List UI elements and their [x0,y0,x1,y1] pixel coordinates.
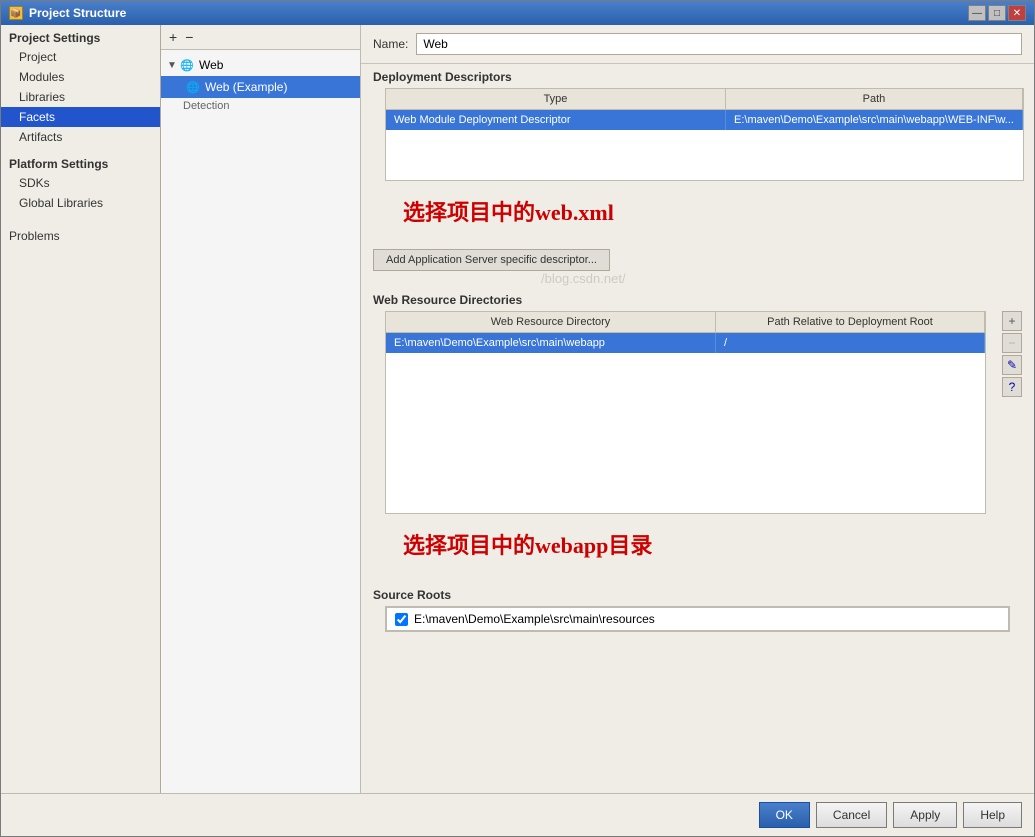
wr-row-relative-path: / [716,333,985,353]
wr-path-column-header: Path Relative to Deployment Root [716,312,985,332]
source-root-checkbox[interactable] [395,613,408,626]
sr-outer: E:\maven\Demo\Example\src\main\resources [373,606,1022,632]
name-row: Name: [361,25,1034,64]
apply-button[interactable]: Apply [893,802,957,828]
deployment-descriptors-header: Deployment Descriptors [361,64,1034,88]
wr-dir-column-header: Web Resource Directory [386,312,716,332]
tree-web-label: Web [199,58,223,72]
help-button[interactable]: Help [963,802,1022,828]
add-wr-btn[interactable]: + [1002,311,1022,331]
main-content: Project Settings Project Modules Librari… [1,25,1034,793]
sidebar-item-problems[interactable]: Problems [1,213,160,245]
platform-settings-section: Platform Settings [1,147,160,173]
close-button[interactable]: ✕ [1008,5,1026,21]
title-bar-left: 📦 Project Structure [9,6,126,20]
ok-button[interactable]: OK [759,802,810,828]
deployment-table-with-actions: Type Path Web Module Deployment Descript… [373,88,1022,181]
window-title: Project Structure [29,6,126,20]
sr-table-with-actions: E:\maven\Demo\Example\src\main\resources [373,606,1022,632]
sidebar-item-artifacts[interactable]: Artifacts [1,127,160,147]
add-app-server-descriptor-button[interactable]: Add Application Server specific descript… [373,249,610,271]
path-column-header: Path [726,89,1023,109]
project-structure-window: 📦 Project Structure — □ ✕ Project Settin… [0,0,1035,837]
deployment-table-body [386,130,1023,180]
source-root-path: E:\maven\Demo\Example\src\main\resources [414,612,655,626]
cancel-button[interactable]: Cancel [816,802,887,828]
deployment-descriptors-section: Type Path Web Module Deployment Descript… [373,88,1022,241]
deployment-row-path: E:\maven\Demo\Example\src\main\webapp\WE… [726,110,1023,130]
deployment-table-header: Type Path [386,89,1023,110]
deployment-table: Type Path Web Module Deployment Descript… [373,88,1034,181]
tree-web-example-label: Web (Example) [205,80,287,94]
project-settings-section: Project Settings [1,25,160,47]
web-resource-header: Web Resource Directories [361,287,1034,311]
detection-label: Detection [161,98,360,114]
facets-tree-panel: + − ▼ 🌐 Web 🌐 Web (Example) Detection [161,25,361,793]
wr-table: Web Resource Directory Path Relative to … [373,311,998,514]
annotation-webapp: 选择项目中的webapp目录 [373,514,1022,574]
sidebar-item-global-libraries[interactable]: Global Libraries [1,193,160,213]
wr-table-with-actions: Web Resource Directory Path Relative to … [373,311,1022,514]
minimize-button[interactable]: — [968,5,986,21]
deployment-row-type: Web Module Deployment Descriptor [386,110,726,130]
sidebar-item-modules[interactable]: Modules [1,67,160,87]
right-detail-panel: Name: Deployment Descriptors Type Path [361,25,1034,793]
web-resource-section: Web Resource Directories Web Resource Di… [361,287,1034,574]
source-root-row: E:\maven\Demo\Example\src\main\resources [386,607,1009,631]
remove-wr-btn[interactable]: − [1002,333,1022,353]
tree-arrow-icon: ▼ [167,60,179,71]
sidebar-item-project[interactable]: Project [1,47,160,67]
title-bar-controls: — □ ✕ [968,5,1026,21]
sr-table-container: E:\maven\Demo\Example\src\main\resources [385,606,1010,632]
sidebar-item-libraries[interactable]: Libraries [1,87,160,107]
sidebar: Project Settings Project Modules Librari… [1,25,161,793]
type-column-header: Type [386,89,726,109]
deployment-table-container: Type Path Web Module Deployment Descript… [385,88,1024,181]
help-wr-btn[interactable]: ? [1002,377,1022,397]
sidebar-item-facets[interactable]: Facets [1,107,160,127]
sr-table: E:\maven\Demo\Example\src\main\resources [373,606,1022,632]
annotation-web-xml: 选择项目中的web.xml [373,181,1022,241]
sidebar-item-sdks[interactable]: SDKs [1,173,160,193]
wr-actions: + − ✎ ? [1002,311,1022,514]
tree-toolbar: + − [161,25,360,50]
name-field-label: Name: [373,37,408,51]
wr-table-header: Web Resource Directory Path Relative to … [386,312,985,333]
source-roots-section: Source Roots E:\maven\Demo\Example\src\m… [361,582,1034,632]
wr-table-container: Web Resource Directory Path Relative to … [385,311,986,514]
source-roots-header: Source Roots [361,582,1034,606]
window-icon: 📦 [9,6,23,20]
wr-row-directory: E:\maven\Demo\Example\src\main\webapp [386,333,716,353]
edit-wr-btn[interactable]: ✎ [1002,355,1022,375]
tree-web-root[interactable]: ▼ 🌐 Web [161,54,360,76]
add-btn-wrapper: Add Application Server specific descript… [361,241,1034,279]
maximize-button[interactable]: □ [988,5,1006,21]
add-facet-button[interactable]: + [167,29,179,45]
web-icon: 🌐 [179,57,195,73]
tree-web-example[interactable]: 🌐 Web (Example) [161,76,360,98]
remove-facet-button[interactable]: − [183,29,195,45]
deployment-table-row[interactable]: Web Module Deployment Descriptor E:\mave… [386,110,1023,130]
bottom-bar: OK Cancel Apply Help [1,793,1034,836]
wr-outer: Web Resource Directory Path Relative to … [373,311,1022,574]
wr-table-body [386,353,985,513]
name-input[interactable] [416,33,1022,55]
wr-table-row[interactable]: E:\maven\Demo\Example\src\main\webapp / [386,333,985,353]
facets-tree: ▼ 🌐 Web 🌐 Web (Example) Detection [161,50,360,118]
title-bar: 📦 Project Structure — □ ✕ [1,1,1034,25]
web-example-icon: 🌐 [185,79,201,95]
